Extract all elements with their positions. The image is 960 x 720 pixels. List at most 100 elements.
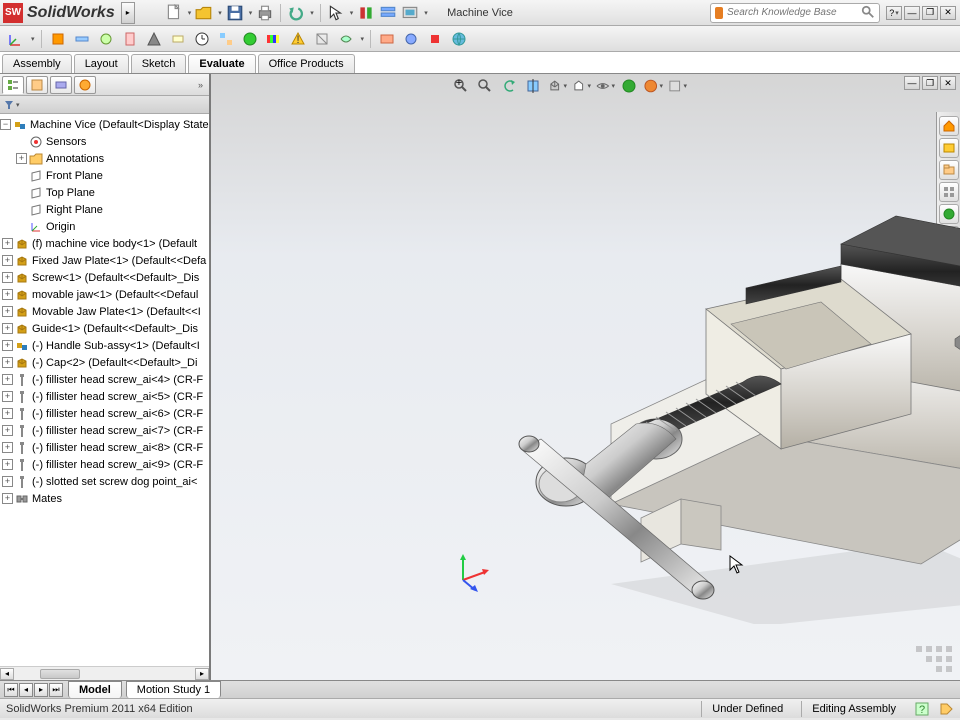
tool-icon[interactable] (377, 29, 397, 49)
print-icon[interactable] (256, 4, 274, 22)
tool-icon[interactable] (72, 29, 92, 49)
viewport-close-button[interactable]: ✕ (940, 76, 956, 90)
feature-manager-tab-icon[interactable] (2, 76, 24, 94)
tree-node[interactable]: +(-) slotted set screw dog point_ai< (0, 473, 209, 490)
tag-status-icon[interactable] (938, 701, 954, 717)
prev-tab-button[interactable]: ◂ (19, 683, 33, 697)
tree-node-label[interactable]: (f) machine vice body<1> (Default (32, 238, 197, 250)
tree-node-label[interactable]: movable jaw<1> (Default<<Defaul (32, 289, 198, 301)
tree-node[interactable]: Sensors (0, 133, 209, 150)
configuration-manager-tab-icon[interactable] (50, 76, 72, 94)
tree-node-label[interactable]: (-) fillister head screw_ai<9> (CR-F (32, 459, 203, 471)
zoom-to-area-icon[interactable] (475, 76, 495, 96)
search-icon[interactable] (861, 5, 875, 21)
tree-node[interactable]: +Mates (0, 490, 209, 507)
tree-node-label[interactable]: Fixed Jaw Plate<1> (Default<<Defa (32, 255, 206, 267)
clock-icon[interactable] (192, 29, 212, 49)
open-document-icon[interactable] (195, 4, 213, 22)
restore-button[interactable]: ❐ (922, 6, 938, 20)
tree-node[interactable]: + (-) fillister head screw_ai<8> (CR-F (0, 439, 209, 456)
model-view[interactable] (491, 204, 960, 624)
viewport-restore-button[interactable]: ❐ (922, 76, 938, 90)
design-library-icon[interactable] (939, 138, 959, 158)
screen-capture-icon[interactable] (401, 4, 419, 22)
expand-icon[interactable]: − (0, 119, 11, 130)
expand-icon[interactable]: + (2, 408, 13, 419)
feature-tree[interactable]: − Machine Vice (Default<Display State-1 … (0, 114, 209, 666)
tab-sketch[interactable]: Sketch (131, 54, 187, 73)
viewport-minimize-button[interactable]: — (904, 76, 920, 90)
minimize-button[interactable]: — (904, 6, 920, 20)
expand-panel-icon[interactable]: » (198, 80, 207, 90)
expand-icon[interactable]: + (2, 425, 13, 436)
app-menu-dropdown[interactable]: ▸ (121, 2, 135, 24)
tree-node[interactable]: +(-) fillister head screw_ai<5> (CR-F (0, 388, 209, 405)
tree-horizontal-scrollbar[interactable]: ◂ ▸ (0, 666, 209, 680)
tool-icon[interactable] (96, 29, 116, 49)
expand-icon[interactable]: + (2, 459, 13, 470)
help-status-icon[interactable]: ? (914, 701, 930, 717)
undo-icon[interactable] (287, 4, 305, 22)
edit-appearance-icon[interactable] (619, 76, 639, 96)
tree-node[interactable]: Right Plane (0, 201, 209, 218)
tab-assembly[interactable]: Assembly (2, 54, 72, 73)
model-tab[interactable]: Model (68, 681, 122, 698)
tree-node[interactable]: +movable jaw<1> (Default<<Defaul (0, 286, 209, 303)
tree-node[interactable]: +(-) Cap<2> (Default<<Default>_Di (0, 354, 209, 371)
color-palette-icon[interactable] (264, 29, 284, 49)
tool-icon[interactable] (336, 29, 356, 49)
tree-node-label[interactable]: Screw<1> (Default<<Default>_Dis (32, 272, 199, 284)
next-tab-button[interactable]: ▸ (34, 683, 48, 697)
expand-icon[interactable]: + (2, 306, 13, 317)
warning-icon[interactable]: ! (288, 29, 308, 49)
tree-node[interactable]: +(-) fillister head screw_ai<6> (CR-F (0, 405, 209, 422)
tool-icon[interactable] (144, 29, 164, 49)
tree-filter-bar[interactable]: ▾ (0, 96, 209, 114)
tree-node-label[interactable]: (-) slotted set screw dog point_ai< (32, 476, 197, 488)
solidworks-resources-icon[interactable] (939, 116, 959, 136)
tab-evaluate[interactable]: Evaluate (188, 54, 255, 73)
motion-study-tab[interactable]: Motion Study 1 (126, 681, 221, 698)
new-document-icon[interactable] (165, 4, 183, 22)
expand-icon[interactable]: + (2, 374, 13, 385)
tool-icon[interactable] (168, 29, 188, 49)
dropdown-arrow-icon[interactable]: ▾ (310, 9, 314, 17)
view-settings-icon[interactable]: ▾ (667, 76, 687, 96)
apply-scene-icon[interactable]: ▾ (643, 76, 663, 96)
scroll-right-arrow-icon[interactable]: ▸ (195, 668, 209, 680)
scroll-left-arrow-icon[interactable]: ◂ (0, 668, 14, 680)
expand-icon[interactable]: + (2, 442, 13, 453)
tree-node[interactable]: +(f) machine vice body<1> (Default (0, 235, 209, 252)
tree-node[interactable]: + (-) fillister head screw_ai<7> (CR-F (0, 422, 209, 439)
tool-icon[interactable] (401, 29, 421, 49)
dropdown-arrow-icon[interactable]: ▾ (424, 9, 428, 17)
coordinate-triad-icon[interactable] (451, 552, 491, 592)
graphics-viewport[interactable]: + ▾ ▾ ▾ ▾ ▾ — ❐ ✕ (211, 74, 960, 680)
tree-node-label[interactable]: Top Plane (46, 187, 95, 199)
tree-node[interactable]: Origin (0, 218, 209, 235)
zoom-to-fit-icon[interactable]: + (451, 76, 471, 96)
tree-node-label[interactable]: (-) fillister head screw_ai<5> (CR-F (32, 391, 203, 403)
origin-icon[interactable] (6, 29, 26, 49)
first-tab-button[interactable]: ⏮ (4, 683, 18, 697)
help-button[interactable]: ?▾ (886, 6, 902, 20)
dropdown-arrow-icon[interactable]: ▾ (350, 9, 354, 17)
tree-node[interactable]: +Movable Jaw Plate<1> (Default<<I (0, 303, 209, 320)
options-icon[interactable] (379, 4, 397, 22)
tree-node[interactable]: +Fixed Jaw Plate<1> (Default<<Defa (0, 252, 209, 269)
tree-node-label[interactable]: Sensors (46, 136, 86, 148)
tree-node-label[interactable]: (-) fillister head screw_ai<8> (CR-F (32, 442, 203, 454)
tree-node-label[interactable]: (-) fillister head screw_ai<7> (CR-F (32, 425, 203, 437)
tree-node[interactable]: +Guide<1> (Default<<Default>_Dis (0, 320, 209, 337)
tree-root-label[interactable]: Machine Vice (Default<Display State-1 (30, 119, 209, 131)
search-input[interactable] (727, 7, 861, 18)
tab-office-products[interactable]: Office Products (258, 54, 355, 73)
expand-icon[interactable]: + (2, 493, 13, 504)
section-view-icon[interactable] (523, 76, 543, 96)
tree-node-label[interactable]: Origin (46, 221, 75, 233)
view-orientation-icon[interactable]: ▾ (547, 76, 567, 96)
tool-icon[interactable] (240, 29, 260, 49)
rebuild-icon[interactable] (357, 4, 375, 22)
search-filter-icon[interactable] (715, 7, 723, 19)
expand-icon[interactable]: + (16, 153, 27, 164)
